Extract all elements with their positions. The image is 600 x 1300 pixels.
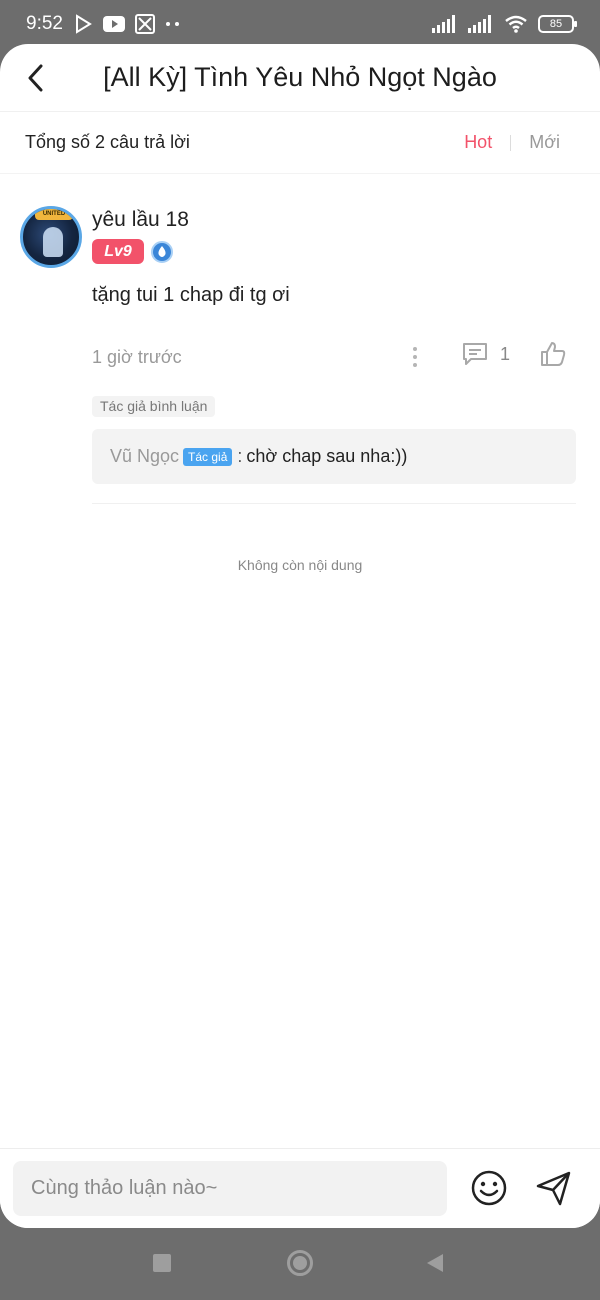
reply-separator: : [237, 446, 243, 466]
home-icon[interactable] [287, 1250, 313, 1276]
page-title: [All Kỳ] Tình Yêu Nhỏ Ngọt Ngào [103, 62, 497, 92]
reply-total: Tổng số 2 câu trả lời [25, 132, 190, 152]
wifi-icon [505, 15, 527, 33]
level-badge: Lv9 [92, 239, 144, 264]
youtube-icon [102, 16, 125, 32]
comment-icon [463, 343, 487, 365]
app-icon [134, 14, 155, 34]
system-icons: 85 [432, 15, 577, 33]
smiley-icon [471, 1170, 507, 1206]
more-notifications-icon [165, 22, 179, 26]
status-time: 9:52 [26, 13, 63, 34]
recent-apps-icon[interactable] [153, 1254, 171, 1272]
dot [413, 363, 417, 367]
emoji-button[interactable] [470, 1169, 508, 1212]
avatar-badge: UNITED [35, 209, 73, 220]
summary-row: Tổng số 2 câu trả lời Hot Mới [0, 112, 600, 174]
comment-time: 1 giờ trước [92, 347, 182, 367]
avatar-figure [43, 227, 63, 257]
author-chip: Tác giả [183, 447, 233, 466]
dot [413, 347, 417, 351]
tab-new[interactable]: Mới [529, 132, 560, 153]
back-button[interactable] [20, 62, 50, 94]
back-icon[interactable] [427, 1254, 443, 1272]
comment-text: tặng tui 1 chap đi tg ơi [92, 284, 290, 306]
header: [All Kỳ] Tình Yêu Nhỏ Ngọt Ngào [0, 44, 600, 112]
reply-text: chờ chap sau nha:)) [246, 446, 408, 466]
signal-icon [432, 15, 455, 33]
reply-count: 1 [500, 343, 511, 364]
author-reply[interactable]: Vũ Ngọc Tác giả : chờ chap sau nha:)) [92, 429, 576, 484]
comment-sheet: [All Kỳ] Tình Yêu Nhỏ Ngọt Ngào Tổng số … [0, 44, 600, 1228]
divider [92, 503, 576, 504]
end-of-content-note: Không còn nội dung [237, 557, 363, 573]
chevron-left-icon [28, 64, 43, 92]
send-button[interactable] [535, 1169, 573, 1212]
play-store-icon [75, 14, 92, 34]
dot [413, 355, 417, 359]
like-button[interactable] [539, 340, 567, 373]
input-bar [0, 1148, 600, 1228]
comment-item: UNITED yêu lầu 18 Lv9 tặng tui 1 chap đi… [0, 174, 600, 503]
battery-icon: 85 [538, 15, 577, 33]
droplet-icon [151, 241, 173, 263]
reply-button[interactable]: 1 [462, 342, 510, 366]
tab-divider [510, 134, 512, 151]
avatar[interactable]: UNITED [20, 206, 82, 268]
author-comment-tag: Tác giả bình luận [92, 396, 216, 417]
comment-meta: 1 giờ trước 1 [92, 338, 577, 378]
send-icon [536, 1171, 571, 1206]
status-bar: 9:52 85 [0, 0, 600, 48]
signal-icon [468, 15, 491, 33]
tab-hot[interactable]: Hot [464, 132, 492, 153]
reply-username[interactable]: Vũ Ngọc [110, 446, 179, 467]
system-nav-bar [0, 1228, 600, 1300]
comment-input[interactable] [13, 1161, 447, 1216]
more-options-button[interactable] [404, 342, 426, 372]
battery-level: 85 [549, 18, 563, 30]
notification-icons [73, 14, 181, 34]
username[interactable]: yêu lầu 18 [92, 208, 189, 232]
thumbs-up-icon [541, 342, 566, 366]
sort-tabs: Hot Mới [464, 132, 575, 153]
